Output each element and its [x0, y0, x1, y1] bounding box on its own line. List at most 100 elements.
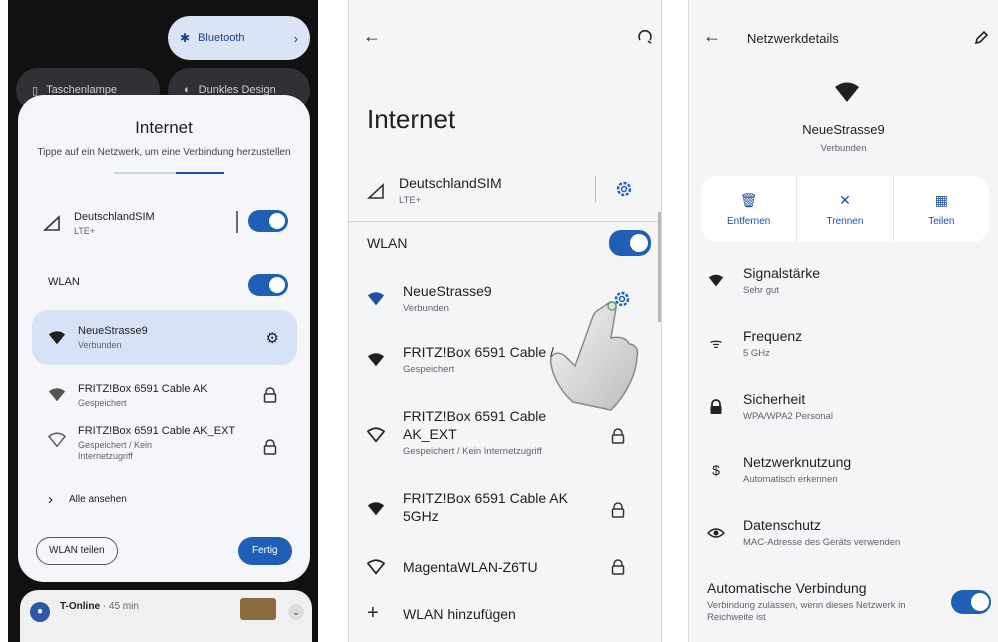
- back-arrow-icon[interactable]: ←: [363, 26, 381, 47]
- gear-icon[interactable]: [615, 180, 633, 198]
- auto-connect-toggle[interactable]: [951, 590, 991, 614]
- notification-text: T-Online · 45 min: [60, 601, 139, 612]
- close-icon: ✕: [839, 191, 851, 208]
- network-name: MagentaWLAN-Z6TU: [403, 559, 538, 575]
- bluetooth-tile[interactable]: ✱ Bluetooth ›: [168, 16, 310, 60]
- wlan-toggle[interactable]: [248, 274, 288, 296]
- network-status: Gespeichert / Kein: [78, 440, 153, 450]
- network-status: Gespeichert: [78, 397, 127, 408]
- wifi-icon: [708, 274, 724, 286]
- plus-icon: +: [367, 602, 379, 624]
- network-item[interactable]: FRITZ!Box 6591 Cable AK_EXT Gespeichert …: [32, 425, 297, 475]
- done-button[interactable]: Fertig: [238, 537, 292, 565]
- share-label: Teilen: [928, 215, 955, 227]
- lock-icon: [611, 502, 625, 518]
- app-avatar-icon: ●: [30, 602, 50, 622]
- progress-indicator: [114, 172, 224, 174]
- action-bar: 🗑 Entfernen ✕ Trennen ▦ Teilen: [701, 176, 989, 242]
- see-all-link[interactable]: › Alle ansehen: [48, 491, 127, 508]
- rotate-icon[interactable]: [637, 30, 653, 46]
- detail-value: MAC-Adresse des Geräts verwenden: [743, 537, 901, 548]
- network-status: Gespeichert / Kein Internetzugriff: [403, 446, 542, 457]
- tap-gesture-hand-icon: [549, 301, 639, 411]
- wifi-no-internet-icon: [367, 427, 385, 443]
- wlan-toggle[interactable]: [609, 230, 651, 256]
- wifi-icon: [367, 291, 385, 305]
- detail-label: Signalstärke: [743, 265, 821, 281]
- detail-value: WPA/WPA2 Personal: [743, 411, 833, 422]
- detail-label: Frequenz: [743, 328, 803, 344]
- sim-type: LTE+: [399, 194, 422, 206]
- notification-time: · 45 min: [102, 601, 139, 612]
- wifi-no-internet-icon: [367, 559, 385, 575]
- network-status: Gespeichert: [403, 364, 455, 375]
- forget-button[interactable]: 🗑 Entfernen: [701, 176, 798, 242]
- notification-card[interactable]: ● T-Online · 45 min ⌄: [20, 590, 312, 642]
- network-name: NeueStrasse9: [78, 325, 148, 337]
- detail-label: Sicherheit: [743, 391, 806, 407]
- disconnect-label: Trennen: [826, 215, 864, 227]
- detail-value: 5 GHz: [743, 348, 770, 359]
- wifi-icon: [835, 82, 859, 102]
- page-title: Internet: [367, 104, 456, 134]
- disconnect-button[interactable]: ✕ Trennen: [797, 176, 894, 242]
- see-all-label: Alle ansehen: [69, 494, 127, 505]
- wlan-label: WLAN: [48, 276, 80, 288]
- network-name: FRITZ!Box 6591 Cable AK: [403, 490, 568, 506]
- network-name: NeueStrasse9: [802, 122, 885, 137]
- detail-signal: Signalstärke Sehr gut: [707, 265, 987, 296]
- qr-code-icon: ▦: [934, 191, 948, 208]
- network-status: Verbunden: [403, 303, 449, 314]
- lock-icon: [710, 398, 722, 414]
- expand-icon[interactable]: ⌄: [288, 604, 304, 620]
- network-status: Verbunden: [78, 340, 122, 350]
- detail-value: Automatisch erkennen: [743, 474, 838, 485]
- chevron-right-icon: ›: [48, 491, 53, 508]
- divider: [349, 221, 661, 222]
- auto-connect-label: Automatische Verbindung: [707, 580, 867, 596]
- back-arrow-icon[interactable]: ←: [703, 26, 721, 47]
- sim-name: DeutschlandSIM: [74, 210, 155, 223]
- network-name: NeueStrasse9: [403, 283, 492, 299]
- wifi-no-internet-icon: [48, 432, 66, 448]
- share-button[interactable]: ▦ Teilen: [894, 176, 989, 242]
- mobile-data-toggle[interactable]: [248, 210, 288, 232]
- dollar-icon: $: [712, 461, 720, 478]
- network-item[interactable]: FRITZ!Box 6591 Cable AK 5GHz: [367, 490, 647, 524]
- edit-pencil-icon[interactable]: [973, 30, 989, 46]
- detail-metered[interactable]: $ Netzwerknutzung Automatisch erkennen: [707, 454, 987, 485]
- divider: [236, 211, 238, 233]
- divider: [595, 176, 596, 202]
- detail-privacy[interactable]: Datenschutz MAC-Adresse des Geräts verwe…: [707, 517, 987, 548]
- mobile-network-row[interactable]: DeutschlandSIM LTE+: [367, 168, 647, 212]
- network-status: Verbunden: [820, 143, 867, 154]
- add-wlan-button[interactable]: + WLAN hinzufügen: [367, 602, 647, 625]
- auto-connect-row[interactable]: Automatische Verbindung Verbindung zulas…: [707, 580, 947, 624]
- page-title: Netzwerkdetails: [747, 31, 839, 46]
- lock-icon: [611, 559, 625, 575]
- wifi-icon: [48, 330, 66, 344]
- network-name: FRITZ!Box 6591 Cable: [403, 408, 547, 424]
- bluetooth-label: Bluetooth: [198, 32, 245, 44]
- lock-icon: [263, 387, 277, 403]
- detail-frequency: ᯤ Frequenz 5 GHz: [707, 328, 987, 359]
- network-status-cont: Internetzugriff: [78, 451, 133, 461]
- gear-icon[interactable]: ⚙: [266, 329, 279, 347]
- network-name: FRITZ!Box 6591 Cable AK_EXT: [78, 425, 236, 437]
- network-item-selected[interactable]: NeueStrasse9 Verbunden ⚙: [32, 310, 297, 365]
- scrollbar[interactable]: [658, 212, 661, 322]
- internet-dialog: Internet Tippe auf ein Netzwerk, um eine…: [18, 95, 310, 582]
- bluetooth-icon: ✱: [180, 31, 191, 45]
- wlan-label: WLAN: [367, 235, 408, 251]
- chevron-right-icon: ›: [293, 30, 298, 46]
- network-name: FRITZ!Box 6591 Cable AK: [78, 382, 208, 395]
- dialog-title: Internet: [135, 118, 193, 137]
- share-wlan-button[interactable]: WLAN teilen: [36, 537, 118, 565]
- forget-label: Entfernen: [726, 215, 771, 227]
- wifi-icon: [367, 502, 385, 516]
- detail-label: Datenschutz: [743, 517, 821, 533]
- flashlight-icon: ▯: [32, 84, 39, 97]
- network-item[interactable]: MagentaWLAN-Z6TU: [367, 558, 647, 576]
- network-item[interactable]: FRITZ!Box 6591 Cable AK Gespeichert: [32, 375, 297, 415]
- sim-type: LTE+: [74, 225, 96, 236]
